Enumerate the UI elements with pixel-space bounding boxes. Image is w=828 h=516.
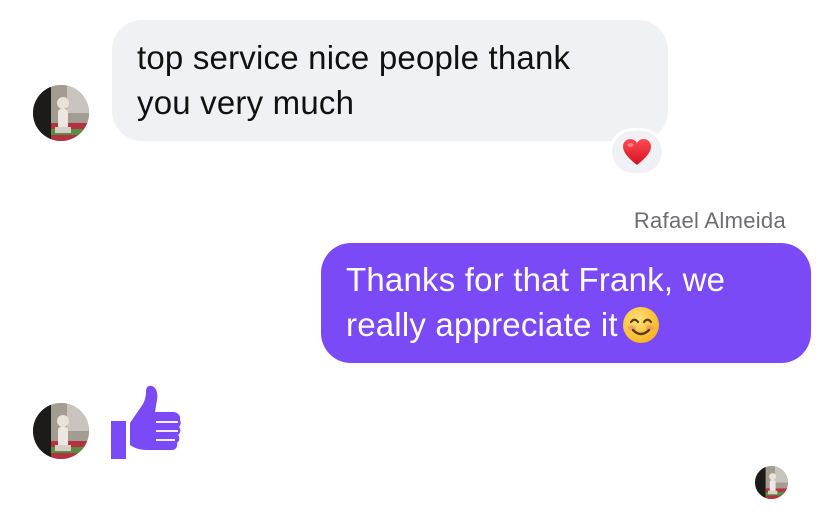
message-reaction[interactable] bbox=[609, 128, 665, 176]
contact-avatar[interactable] bbox=[33, 403, 89, 459]
thumbs-up-icon[interactable] bbox=[110, 385, 182, 461]
red-heart-icon bbox=[623, 139, 651, 165]
chat-thread: top service nice people thank you very m… bbox=[0, 0, 828, 516]
smiling-face-emoji-icon bbox=[622, 306, 660, 344]
message-text-line-2: you very much bbox=[137, 84, 355, 121]
avatar-photo bbox=[33, 403, 89, 459]
message-text-line-1: top service nice people thank bbox=[137, 39, 571, 76]
message-text-line-2-row: really appreciate it bbox=[346, 302, 791, 347]
avatar-photo bbox=[755, 466, 788, 499]
avatar-photo bbox=[33, 85, 89, 141]
message-text-line-2: really appreciate it bbox=[346, 306, 618, 343]
sender-name: Rafael Almeida bbox=[633, 208, 786, 233]
message-text-line-1: Thanks for that Frank, we bbox=[346, 261, 726, 298]
seen-indicator-avatar bbox=[755, 466, 788, 499]
outgoing-message-bubble[interactable]: Thanks for that Frank, we really appreci… bbox=[321, 243, 811, 363]
contact-avatar[interactable] bbox=[33, 85, 89, 141]
incoming-message-bubble[interactable]: top service nice people thank you very m… bbox=[112, 20, 668, 141]
